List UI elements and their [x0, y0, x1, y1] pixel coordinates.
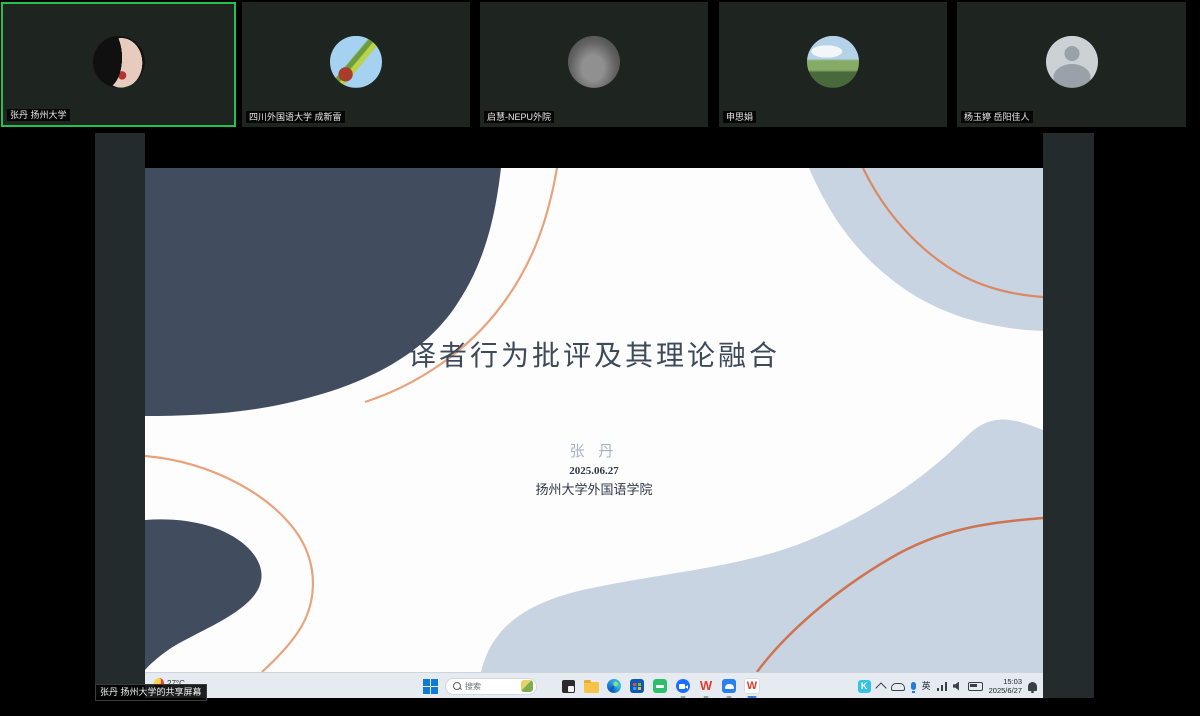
- video-camera-icon: [676, 679, 690, 693]
- running-indicator: [704, 696, 709, 698]
- search-highlight-image: [521, 680, 533, 692]
- kingsoft-docs-tray-icon[interactable]: K: [858, 680, 871, 693]
- participant-tile-2[interactable]: 四川外国语大学 成新雷: [242, 2, 470, 127]
- share-backdrop-right: [1043, 133, 1094, 698]
- running-indicator: [727, 696, 732, 698]
- windows-taskbar: 27°C 搜索 W W K 英: [145, 672, 1043, 698]
- wps-w-icon: W: [744, 678, 760, 694]
- task-view-icon: [562, 680, 575, 693]
- participant-4-avatar: [807, 35, 859, 87]
- participant-tile-4[interactable]: 申思娟: [719, 2, 947, 127]
- green-app-icon: [653, 679, 667, 693]
- microphone-icon[interactable]: [911, 682, 916, 690]
- clock-date: 2025/6/27: [989, 686, 1022, 695]
- participant-1-name: 张丹 扬州大学: [7, 109, 70, 121]
- notification-bell-icon[interactable]: [1028, 682, 1037, 691]
- running-indicator: [681, 696, 686, 698]
- search-icon: [453, 682, 461, 690]
- presentation-slide: 译者行为批评及其理论融合 张 丹 2025.06.27 扬州大学外国语学院: [145, 168, 1043, 672]
- hidden-icons-chevron-icon[interactable]: [875, 682, 886, 693]
- task-view-button[interactable]: [560, 678, 576, 694]
- video-strip: 张丹 扬州大学 四川外国语大学 成新雷 启慧-NEPU外院 申思娟 杨玉婷 岳阳…: [0, 0, 1200, 130]
- edge-icon: [607, 679, 621, 693]
- share-backdrop-left: [95, 133, 145, 698]
- tencent-meeting-button[interactable]: [675, 678, 691, 694]
- active-app-indicator: [748, 696, 757, 698]
- share-status-label: 张丹 扬州大学的共享屏幕: [95, 684, 207, 701]
- microsoft-store-button[interactable]: [629, 678, 645, 694]
- edge-button[interactable]: [606, 678, 622, 694]
- volume-icon[interactable]: [953, 682, 962, 691]
- wps-office-button[interactable]: W: [698, 678, 714, 694]
- clock-time: 15:03: [1003, 677, 1022, 686]
- search-placeholder: 搜索: [465, 681, 517, 692]
- participant-2-name: 四川外国语大学 成新雷: [246, 111, 345, 123]
- participant-3-avatar: [568, 35, 620, 87]
- folder-icon: [584, 682, 599, 693]
- slide-presenter: 张 丹: [145, 440, 1043, 461]
- cloud-icon: [722, 679, 736, 693]
- network-icon[interactable]: [937, 682, 947, 691]
- store-icon: [630, 679, 644, 693]
- taskbar-center: 搜索 W W: [423, 673, 760, 699]
- ime-language-indicator[interactable]: 英: [922, 680, 931, 692]
- slide-title: 译者行为批评及其理论融合: [145, 334, 1043, 374]
- participant-tile-1[interactable]: 张丹 扬州大学: [1, 2, 236, 127]
- slide-decorative-shapes: [145, 168, 1043, 672]
- system-tray: K 英 15:03 2025/6/27: [858, 673, 1037, 699]
- participant-tile-5[interactable]: 杨玉婷 岳阳佳人: [957, 2, 1186, 127]
- default-person-avatar-icon: [1046, 35, 1098, 87]
- wps-w-icon: W: [700, 678, 712, 694]
- start-button-icon[interactable]: [423, 679, 438, 694]
- wps-presentation-button[interactable]: W: [744, 678, 760, 694]
- participant-1-avatar: [93, 35, 145, 87]
- participant-tile-3[interactable]: 启慧-NEPU外院: [480, 2, 708, 127]
- file-explorer-button[interactable]: [583, 678, 599, 694]
- cloud-sync-icon[interactable]: [891, 683, 905, 691]
- slide-date: 2025.06.27: [145, 465, 1043, 477]
- participant-2-avatar: [330, 35, 382, 87]
- battery-icon[interactable]: [968, 682, 983, 691]
- taskbar-search-input[interactable]: 搜索: [445, 678, 537, 695]
- taskbar-clock[interactable]: 15:03 2025/6/27: [989, 677, 1022, 695]
- meeting-app-window: 张丹 扬州大学 四川外国语大学 成新雷 启慧-NEPU外院 申思娟 杨玉婷 岳阳…: [0, 0, 1200, 716]
- slide-institution: 扬州大学外国语学院: [145, 479, 1043, 498]
- participant-5-name: 杨玉婷 岳阳佳人: [961, 111, 1033, 123]
- participant-3-name: 启慧-NEPU外院: [484, 111, 554, 123]
- participant-4-name: 申思娟: [723, 111, 756, 123]
- cloud-docs-button[interactable]: [721, 678, 737, 694]
- green-app-button[interactable]: [652, 678, 668, 694]
